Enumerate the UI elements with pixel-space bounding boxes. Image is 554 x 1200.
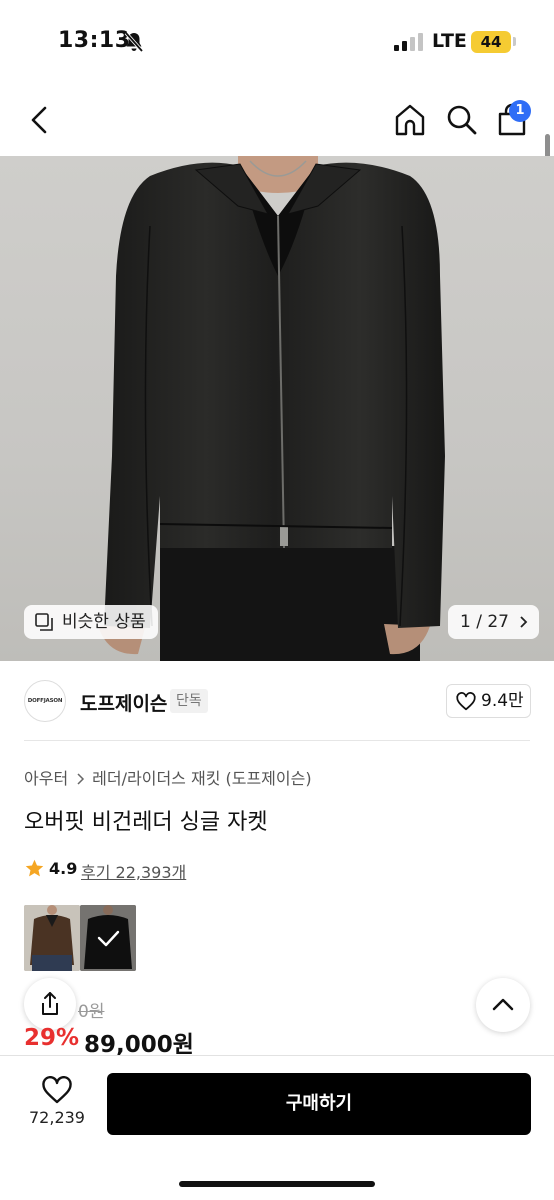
discount-rate: 29% [24, 1025, 80, 1051]
chevron-right-icon [77, 773, 85, 785]
brand-logo[interactable]: DOFFJASON [24, 680, 66, 722]
rating-score: 4.9 [49, 859, 78, 878]
product-image[interactable] [0, 156, 554, 661]
breadcrumb: 아우터 레더/라이더스 재킷 (도프제이슨) [24, 765, 312, 789]
status-time: 13:13 [58, 28, 131, 53]
wishlist-button[interactable]: 72,239 [24, 1074, 90, 1134]
image-counter: 1 / 27 [460, 612, 509, 632]
image-counter-button[interactable]: 1 / 27 [448, 605, 539, 639]
battery-indicator: 44 [471, 31, 511, 53]
silent-bell-icon [124, 31, 144, 53]
search-icon[interactable] [444, 102, 480, 138]
chevron-right-icon [520, 616, 528, 628]
similar-products-label: 비슷한 상품 [62, 612, 146, 632]
star-icon [25, 859, 44, 877]
cart-count-badge: 1 [509, 100, 531, 122]
review-count-link[interactable]: 후기 22,393개 [81, 859, 186, 883]
heart-icon [42, 1076, 72, 1104]
home-indicator[interactable] [179, 1181, 375, 1187]
top-nav: 1 [0, 84, 554, 156]
status-bar: 13:13 LTE 44 [0, 0, 554, 84]
product-title: 오버핏 비건레더 싱글 자켓 [24, 810, 268, 835]
color-option-brown[interactable] [24, 905, 80, 971]
heart-outline-icon [456, 692, 476, 711]
scroll-to-top-button[interactable] [476, 978, 530, 1032]
brand-like-count: 9.4만 [481, 691, 524, 711]
battery-tip [513, 37, 516, 46]
breadcrumb-category[interactable]: 아우터 [24, 769, 68, 788]
back-arrow-icon[interactable] [22, 102, 58, 138]
sale-price: 89,000원 [84, 1032, 194, 1058]
divider [24, 740, 530, 741]
original-price: 0원 [78, 1002, 105, 1022]
home-icon[interactable] [392, 102, 428, 138]
share-button[interactable] [24, 978, 76, 1030]
chevron-up-icon [492, 998, 514, 1011]
network-type: LTE [432, 30, 467, 52]
brown-jacket-thumbnail [24, 905, 80, 971]
black-jacket-thumbnail [80, 905, 136, 971]
similar-items-icon [35, 613, 53, 631]
brand-name[interactable]: 도프제이슨 [80, 689, 167, 716]
buy-button[interactable]: 구매하기 [107, 1073, 531, 1135]
color-option-black[interactable] [80, 905, 136, 971]
exclusive-badge: 단독 [170, 689, 208, 713]
similar-products-button[interactable]: 비슷한 상품 [24, 605, 158, 639]
breadcrumb-subcategory[interactable]: 레더/라이더스 재킷 (도프제이슨) [92, 769, 311, 788]
wishlist-count: 72,239 [29, 1108, 85, 1127]
share-icon [42, 992, 58, 1015]
signal-icon [394, 33, 423, 51]
product-photo-illustration [98, 156, 445, 661]
brand-like-button[interactable]: 9.4만 [446, 684, 531, 718]
